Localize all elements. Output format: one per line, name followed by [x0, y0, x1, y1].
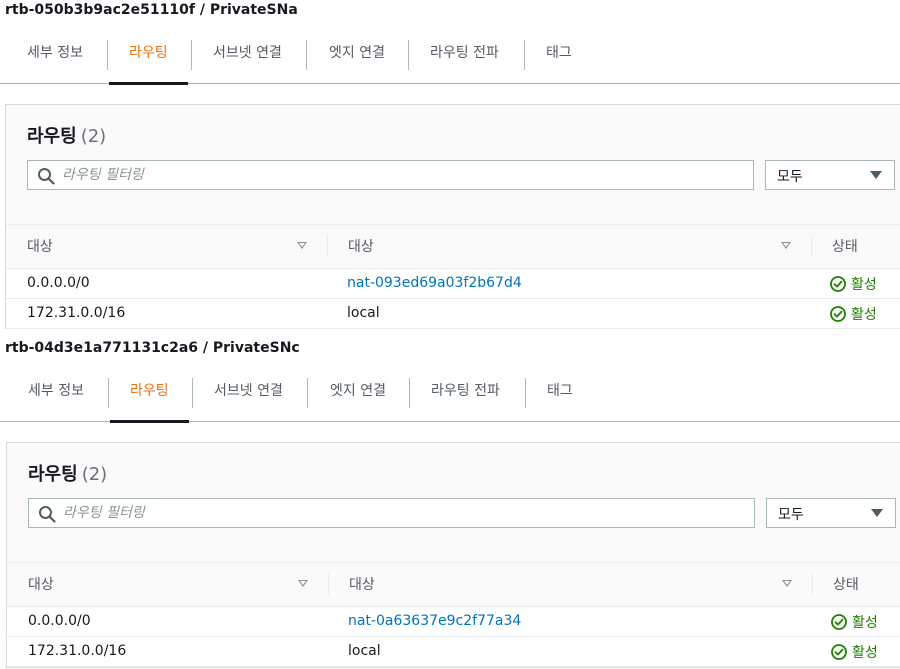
status-text: 활성 — [852, 615, 878, 631]
tab-edge-associations[interactable]: 엣지 연결 — [330, 378, 386, 422]
tab-divider — [107, 40, 108, 70]
routes-panel: 라우팅(2) 모두 대상 대상 상태 0.0.0.0/0 nat-093ed69… — [5, 104, 900, 329]
column-divider — [327, 235, 328, 257]
tab-divider — [192, 378, 193, 408]
table-row: 172.31.0.0/16 local 활성 — [7, 637, 900, 667]
tab-divider — [191, 40, 192, 70]
route-filter-input[interactable] — [63, 501, 743, 525]
tab-tags[interactable]: 태그 — [547, 378, 573, 422]
tab-subnet-associations[interactable]: 서브넷 연결 — [214, 378, 283, 422]
table-row: 0.0.0.0/0 nat-0a63637e9c2f77a34 활성 — [7, 607, 900, 637]
route-filter-select[interactable]: 모두 — [765, 160, 895, 190]
check-circle-icon — [831, 614, 847, 630]
status-text: 활성 — [851, 277, 877, 293]
status-text: 활성 — [851, 307, 877, 323]
route-filter-select[interactable]: 모두 — [766, 498, 896, 528]
tab-routes[interactable]: 라우팅 — [110, 378, 189, 423]
route-filter-box[interactable] — [27, 160, 754, 190]
column-header-target[interactable]: 대상 — [349, 574, 375, 594]
route-destination: 172.31.0.0/16 — [28, 643, 127, 659]
route-count: (2) — [81, 464, 108, 485]
tab-bar: 세부 정보 라우팅 서브넷 연결 엣지 연결 라우팅 전파 태그 — [0, 20, 900, 85]
column-divider — [328, 573, 329, 595]
panel-title-text: 라우팅 — [27, 126, 77, 147]
table-row: 172.31.0.0/16 local 활성 — [6, 299, 900, 329]
tab-divider — [306, 40, 307, 70]
table-header: 대상 대상 상태 — [7, 563, 900, 607]
column-header-status: 상태 — [833, 577, 859, 593]
route-destination: 172.31.0.0/16 — [27, 305, 126, 321]
tab-subnet-associations[interactable]: 서브넷 연결 — [213, 40, 282, 84]
tab-tags[interactable]: 태그 — [546, 40, 572, 84]
column-header-destination[interactable]: 대상 — [27, 236, 53, 256]
panel-title: 라우팅 (2) — [27, 122, 106, 148]
tab-bar: 세부 정보 라우팅 서브넷 연결 엣지 연결 라우팅 전파 태그 — [0, 358, 900, 423]
route-count: (2) — [80, 126, 107, 147]
tab-divider — [408, 40, 409, 70]
panel-title-text: 라우팅 — [28, 464, 78, 485]
route-target-link[interactable]: nat-0a63637e9c2f77a34 — [348, 613, 521, 629]
tab-route-propagation[interactable]: 라우팅 전파 — [431, 378, 500, 422]
tab-routes[interactable]: 라우팅 — [109, 40, 188, 85]
caret-down-icon — [871, 509, 883, 517]
routes-panel: 라우팅(2) 모두 대상 대상 상태 0.0.0.0/0 nat-0a63637… — [6, 442, 900, 668]
table-header: 대상 대상 상태 — [6, 225, 900, 269]
table-row: 0.0.0.0/0 nat-093ed69a03f2b67d4 활성 — [6, 269, 900, 299]
route-target-link[interactable]: nat-093ed69a03f2b67d4 — [347, 275, 522, 291]
caret-down-icon — [870, 171, 882, 179]
tab-divider — [307, 378, 308, 408]
route-destination: 0.0.0.0/0 — [27, 275, 90, 291]
tab-details[interactable]: 세부 정보 — [28, 378, 84, 422]
route-filter-box[interactable] — [28, 498, 755, 528]
route-destination: 0.0.0.0/0 — [28, 613, 91, 629]
column-header-status: 상태 — [832, 239, 858, 255]
tab-details[interactable]: 세부 정보 — [27, 40, 83, 84]
search-icon — [39, 506, 56, 523]
route-table-title: rtb-050b3b9ac2e51110f / PrivateSNa — [5, 2, 298, 18]
select-value: 모두 — [777, 169, 803, 185]
column-header-target[interactable]: 대상 — [348, 236, 374, 256]
panel-header: 라우팅(2) 모두 — [6, 105, 900, 225]
check-circle-icon — [830, 306, 846, 322]
sort-icon[interactable] — [297, 242, 307, 249]
tab-route-propagation[interactable]: 라우팅 전파 — [430, 40, 499, 84]
search-icon — [38, 168, 55, 185]
tab-divider — [525, 378, 526, 408]
tab-edge-associations[interactable]: 엣지 연결 — [329, 40, 385, 84]
route-target: local — [348, 643, 381, 659]
check-circle-icon — [831, 644, 847, 660]
tab-divider — [409, 378, 410, 408]
panel-header: 라우팅(2) 모두 — [7, 443, 900, 563]
panel-title: 라우팅 (2) — [28, 460, 107, 486]
route-filter-input[interactable] — [62, 163, 742, 187]
column-divider — [812, 573, 813, 595]
check-circle-icon — [830, 276, 846, 292]
tab-divider — [108, 378, 109, 408]
column-header-destination[interactable]: 대상 — [28, 574, 54, 594]
status-text: 활성 — [852, 645, 878, 661]
sort-icon[interactable] — [298, 580, 308, 587]
sort-icon[interactable] — [781, 242, 791, 249]
route-table-title: rtb-04d3e1a771131c2a6 / PrivateSNc — [5, 340, 300, 356]
route-target: local — [347, 305, 380, 321]
select-value: 모두 — [778, 507, 804, 523]
column-divider — [811, 235, 812, 257]
sort-icon[interactable] — [782, 580, 792, 587]
tab-divider — [524, 40, 525, 70]
